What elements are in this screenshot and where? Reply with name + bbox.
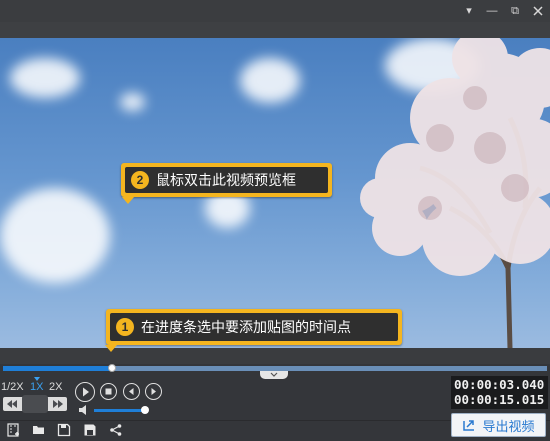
export-label: 导出视频 [482, 418, 535, 434]
restore-button[interactable]: ⧉ [504, 2, 526, 20]
export-video-button[interactable]: 导出视频 [451, 413, 546, 437]
callout-select-timepoint: 1 在进度条选中要添加贴图的时间点 [106, 309, 402, 345]
save-icon[interactable] [57, 423, 71, 437]
speed-half[interactable]: 1/2X [1, 381, 24, 393]
speed-1x[interactable]: 1X [30, 381, 43, 393]
play-button[interactable] [75, 382, 95, 402]
volume-icon[interactable] [78, 404, 90, 416]
progress-handle[interactable] [108, 364, 116, 372]
close-icon [533, 6, 543, 16]
menu-dropdown-icon[interactable]: ▾ [458, 2, 480, 20]
chevron-down-icon [270, 372, 278, 377]
play-icon [82, 387, 89, 396]
minimize-button[interactable]: — [481, 2, 503, 20]
stop-button[interactable] [100, 383, 117, 400]
cloud [120, 93, 145, 111]
callout-number: 2 [131, 171, 149, 189]
volume-handle[interactable] [141, 406, 149, 414]
film-add-icon[interactable] [7, 423, 21, 437]
callout-double-click-preview: 2 鼠标双击此视频预览框 [121, 163, 332, 197]
next-frame-icon [151, 387, 156, 395]
prev-frame-button[interactable] [123, 383, 140, 400]
close-button[interactable] [527, 2, 549, 20]
blossom-tree [360, 38, 550, 348]
title-bar: ▾ — ⧉ [0, 0, 550, 22]
total-time: 00:00:15.015 [454, 392, 545, 407]
callout-body: 2 鼠标双击此视频预览框 [125, 167, 328, 193]
next-frame-button[interactable] [145, 383, 162, 400]
folder-open-icon[interactable] [32, 423, 46, 437]
export-icon [463, 420, 475, 431]
prev-frame-icon [128, 387, 133, 395]
callout-pointer [105, 345, 117, 352]
cloud [10, 58, 80, 98]
speed-slider-handle[interactable] [22, 395, 48, 413]
callout-number: 1 [116, 318, 134, 336]
collapse-panel-button[interactable] [260, 371, 288, 379]
callout-text: 鼠标双击此视频预览框 [156, 172, 296, 188]
preview-top-bar [0, 22, 550, 38]
callout-body: 1 在进度条选中要添加贴图的时间点 [110, 313, 398, 341]
cloud [0, 188, 110, 283]
share-icon[interactable] [109, 423, 123, 437]
save-as-icon[interactable] [83, 423, 97, 437]
stop-icon [105, 388, 111, 394]
cloud [240, 58, 300, 103]
current-time: 00:00:03.040 [454, 377, 545, 392]
video-editor-window: ▾ — ⧉ 2 鼠标双击此视频预览框 1 在进度条选中要添加贴图的时间点 1/2… [0, 0, 550, 441]
speed-indicator [34, 377, 40, 381]
callout-text: 在进度条选中要添加贴图的时间点 [141, 319, 351, 335]
callout-pointer [122, 197, 134, 204]
volume-slider[interactable] [94, 409, 145, 412]
progress-bar-fill [3, 366, 112, 371]
speed-2x[interactable]: 2X [49, 381, 62, 393]
preview-bottom-bar [0, 348, 550, 364]
